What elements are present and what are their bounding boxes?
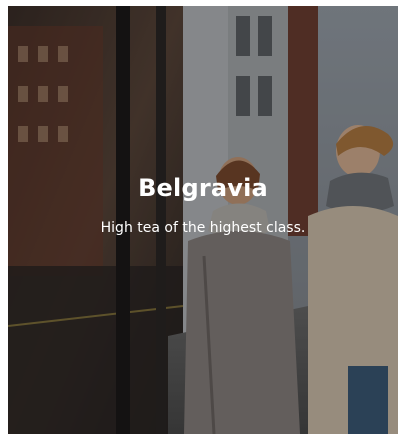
card-title: Belgravia — [138, 174, 268, 202]
belgravia-card[interactable]: Belgravia High tea of the highest class. — [8, 6, 398, 434]
card-subtitle: High tea of the highest class. — [100, 220, 306, 236]
